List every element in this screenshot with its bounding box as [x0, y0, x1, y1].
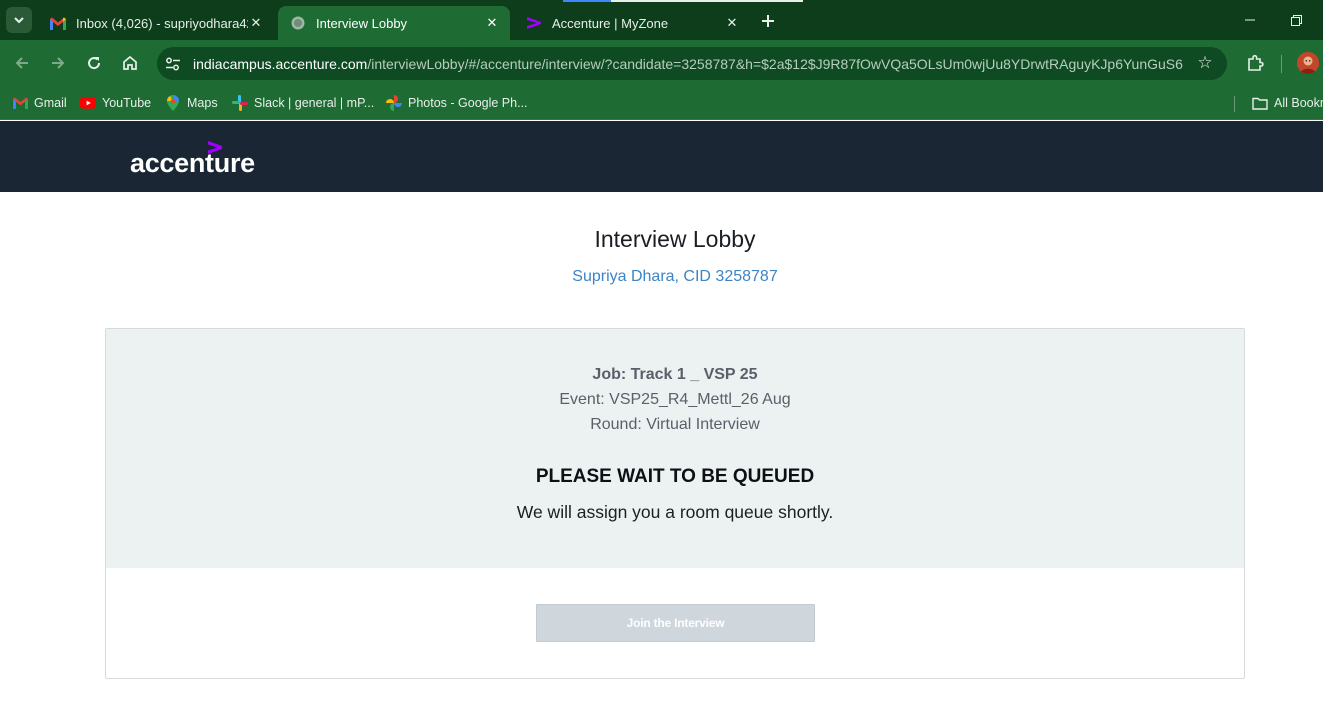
logo-text: accenture [130, 148, 255, 178]
minimize-button[interactable] [1240, 10, 1260, 30]
job-label: Job: Track 1 _ VSP 25 [592, 366, 758, 383]
url-text: indiacampus.accenture.com/interviewLobby… [193, 56, 1183, 72]
tab-accenture-myzone[interactable]: Accenture | MyZone ✕ [514, 6, 750, 40]
folder-icon [1252, 95, 1268, 111]
profile-avatar[interactable] [1297, 52, 1319, 74]
reload-icon [88, 57, 101, 70]
round-label: Round: Virtual Interview [590, 416, 760, 433]
bookmark-label: Slack | general | mP... [254, 96, 375, 110]
lobby-status-panel: Job: Track 1 _ VSP 25 Event: VSP25_R4_Me… [106, 329, 1244, 568]
toolbar-divider [1281, 55, 1282, 73]
bookmark-label: All Bookmarks [1274, 96, 1323, 110]
tab-interview-lobby[interactable]: Interview Lobby ✕ [278, 6, 510, 40]
bookmark-label: Maps [187, 96, 218, 110]
home-button[interactable] [118, 51, 142, 75]
slack-icon [232, 95, 248, 111]
tab-gmail-inbox[interactable]: Inbox (4,026) - supriyodhara427 ✕ [38, 6, 274, 40]
forward-button[interactable] [46, 51, 70, 75]
bookmark-label: Gmail [34, 96, 67, 110]
tab-loading-progress [563, 0, 611, 2]
gmail-icon [12, 95, 28, 111]
status-heading: PLEASE WAIT TO BE QUEUED [535, 466, 815, 487]
plus-icon [762, 15, 774, 27]
bookmark-google-photos[interactable]: Photos - Google Ph... [386, 92, 528, 114]
browser-toolbar: indiacampus.accenture.com/interviewLobby… [0, 40, 1323, 87]
lobby-card: Job: Track 1 _ VSP 25 Event: VSP25_R4_Me… [105, 328, 1245, 679]
site-info-icon[interactable] [162, 53, 184, 75]
youtube-icon [80, 95, 96, 111]
event-label: Event: VSP25_R4_Mettl_26 Aug [559, 391, 791, 408]
minimize-icon [1245, 19, 1255, 21]
puzzle-icon [1248, 54, 1264, 71]
candidate-info: Supriya Dhara, CID 3258787 [572, 268, 778, 285]
bookmark-gmail[interactable]: Gmail [12, 92, 67, 114]
globe-icon [290, 15, 306, 31]
bookmark-all-bookmarks[interactable]: All Bookmarks [1252, 92, 1323, 114]
arrow-left-icon [15, 57, 28, 69]
google-photos-icon [386, 95, 402, 111]
bookmark-slack[interactable]: Slack | general | mP... [232, 92, 374, 114]
status-message: We will assign you a room queue shortly. [516, 502, 834, 522]
arrow-right-icon [52, 57, 65, 69]
tab-title: Accenture | MyZone [552, 15, 669, 31]
back-button[interactable] [10, 51, 34, 75]
chevron-down-icon [14, 17, 24, 24]
bookmark-label: YouTube [102, 96, 152, 110]
bookmarks-bar: Gmail YouTube Maps Slack | general | mP.… [0, 87, 1323, 120]
site-header: accenture [0, 121, 1323, 192]
tab-strip: Inbox (4,026) - supriyodhara427 ✕ Interv… [0, 0, 1323, 40]
page-title: Interview Lobby [594, 226, 756, 252]
tab-title: Interview Lobby [316, 15, 408, 31]
maps-pin-icon [165, 95, 181, 111]
bookmark-label: Photos - Google Ph... [408, 96, 528, 110]
restore-button[interactable] [1286, 10, 1306, 30]
gmail-icon [50, 15, 66, 31]
bookmark-youtube[interactable]: YouTube [80, 92, 151, 114]
bookmarks-divider [1234, 96, 1235, 112]
new-tab-button[interactable] [756, 9, 780, 33]
close-icon[interactable]: ✕ [484, 15, 500, 31]
restore-icon [1290, 14, 1302, 26]
close-icon[interactable]: ✕ [248, 15, 264, 31]
bookmark-star-icon[interactable]: ☆ [1195, 53, 1215, 73]
tab-title: Inbox (4,026) - supriyodhara427 [76, 15, 248, 31]
url-path: /interviewLobby/#/accenture/interview/?c… [367, 55, 1183, 72]
url-host: indiacampus.accenture.com [193, 55, 368, 72]
extensions-button[interactable] [1243, 51, 1267, 75]
reload-button[interactable] [82, 51, 106, 75]
home-icon [123, 55, 137, 70]
address-bar[interactable]: indiacampus.accenture.com/interviewLobby… [157, 47, 1227, 80]
accenture-icon [526, 15, 542, 31]
bookmark-maps[interactable]: Maps [165, 92, 218, 114]
tab-search-button[interactable] [6, 7, 32, 33]
join-interview-button[interactable]: Join the Interview [536, 604, 815, 642]
close-icon[interactable]: ✕ [724, 15, 740, 31]
